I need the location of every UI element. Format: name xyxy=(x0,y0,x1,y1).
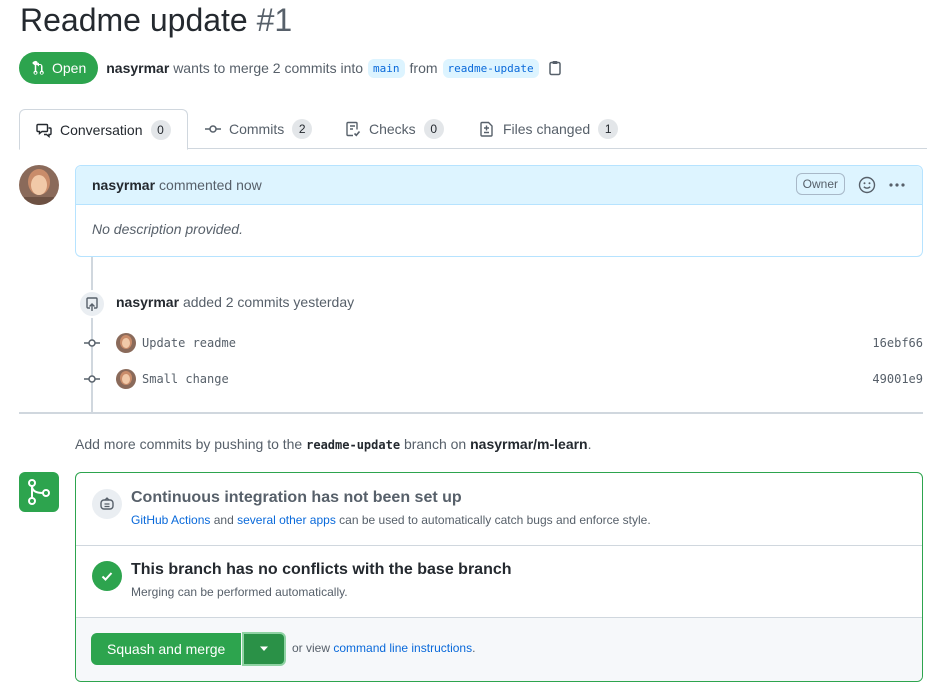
avatar[interactable] xyxy=(116,333,136,353)
tab-label: Commits xyxy=(229,121,285,137)
comment-author[interactable]: nasyrmar xyxy=(92,177,155,193)
file-diff-icon xyxy=(480,121,493,137)
ci-section: Continuous integration has not been set … xyxy=(76,473,922,546)
commit-row: Small change 49001e9 xyxy=(82,367,923,391)
commit-message[interactable]: Update readme xyxy=(142,336,236,350)
tab-counter: 0 xyxy=(423,119,444,139)
ci-title: Continuous integration has not been set … xyxy=(131,489,462,506)
tab-label: Files changed xyxy=(503,121,591,137)
cli-suffix: . xyxy=(472,641,476,655)
event-author[interactable]: nasyrmar xyxy=(116,294,179,310)
comment-discussion-icon xyxy=(36,123,52,138)
merge-method-dropdown[interactable] xyxy=(242,632,286,666)
merge-text: wants to merge 2 commits into xyxy=(173,60,364,76)
push-hint-branch: readme-update xyxy=(306,438,401,452)
commit-row: Update readme 16ebf66 xyxy=(82,331,923,355)
timeline-divider xyxy=(19,412,923,414)
tab-conversation[interactable]: Conversation 0 xyxy=(19,109,188,150)
commit-sha[interactable]: 16ebf66 xyxy=(872,336,923,350)
cli-hint: or view command line instructions. xyxy=(292,641,475,655)
pr-title-text: Readme update xyxy=(20,2,248,38)
robot-icon xyxy=(92,489,122,519)
event-action: added 2 commits yesterday xyxy=(182,294,355,310)
git-commit-icon xyxy=(82,335,102,351)
or-view-text: or view xyxy=(292,641,331,655)
pr-tabs: Conversation 0 Commits 2 Checks 0 Files … xyxy=(19,109,927,150)
head-branch[interactable]: readme-update xyxy=(442,58,539,78)
push-hint: Add more commits by pushing to the readm… xyxy=(75,436,592,452)
cli-instructions-link[interactable]: command line instructions xyxy=(333,641,472,655)
git-pull-request-icon xyxy=(32,60,44,75)
base-branch[interactable]: main xyxy=(368,58,405,78)
tab-files-changed[interactable]: Files changed 1 xyxy=(479,109,619,149)
github-actions-link[interactable]: GitHub Actions xyxy=(131,513,210,527)
merge-action-section: Squash and merge or view command line in… xyxy=(76,618,922,681)
conflicts-title: This branch has no conflicts with the ba… xyxy=(131,561,512,578)
push-hint-middle: branch on xyxy=(403,436,467,452)
status-label: Open xyxy=(52,60,87,76)
push-hint-prefix: Add more commits by pushing to the xyxy=(75,436,303,452)
from-text: from xyxy=(409,60,438,76)
comment-action[interactable]: commented now xyxy=(159,177,262,193)
smiley-icon[interactable] xyxy=(858,176,876,197)
check-icon xyxy=(92,561,122,591)
copy-icon[interactable] xyxy=(548,60,562,76)
avatar[interactable] xyxy=(19,165,59,205)
tab-counter: 2 xyxy=(292,119,313,139)
tab-label: Conversation xyxy=(60,121,143,138)
squash-merge-button[interactable]: Squash and merge xyxy=(91,633,242,665)
conflicts-section: This branch has no conflicts with the ba… xyxy=(76,546,922,618)
tab-counter: 0 xyxy=(150,119,171,140)
tab-label: Checks xyxy=(369,121,416,137)
kebab-menu-icon[interactable] xyxy=(888,176,906,197)
ci-rest: can be used to automatically catch bugs … xyxy=(339,513,651,527)
checklist-icon xyxy=(346,121,361,137)
repo-push-icon xyxy=(78,290,106,318)
git-merge-icon xyxy=(19,472,59,512)
author-link[interactable]: nasyrmar xyxy=(106,60,169,76)
merge-box: Continuous integration has not been set … xyxy=(75,472,923,682)
timeline-event: nasyrmar added 2 commits yesterday xyxy=(116,294,354,310)
tab-commits[interactable]: Commits 2 xyxy=(205,109,313,149)
avatar[interactable] xyxy=(116,369,136,389)
tab-checks[interactable]: Checks 0 xyxy=(345,109,444,149)
commit-message[interactable]: Small change xyxy=(142,372,229,386)
status-badge: Open xyxy=(19,52,99,84)
merge-summary: nasyrmar wants to merge 2 commits into m… xyxy=(106,58,562,78)
other-apps-link[interactable]: several other apps xyxy=(237,513,336,527)
comment-box: nasyrmar commented now Owner No descript… xyxy=(75,165,923,257)
repo-link[interactable]: nasyrmar/m-learn xyxy=(470,436,588,452)
comment-body: No description provided. xyxy=(92,221,243,237)
tab-counter: 1 xyxy=(598,119,619,139)
pr-number: #1 xyxy=(256,2,293,38)
git-commit-icon xyxy=(205,125,221,133)
conflicts-subtitle: Merging can be performed automatically. xyxy=(131,585,348,599)
comment-header: nasyrmar commented now Owner xyxy=(76,166,922,205)
triangle-down-icon xyxy=(260,646,268,651)
git-commit-icon xyxy=(82,371,102,387)
owner-badge: Owner xyxy=(795,173,845,195)
ci-and: and xyxy=(213,513,234,527)
page-title: Readme update #1 xyxy=(20,2,292,39)
pr-meta: Open nasyrmar wants to merge 2 commits i… xyxy=(19,52,562,84)
push-hint-suffix: . xyxy=(587,436,592,452)
commit-sha[interactable]: 49001e9 xyxy=(872,372,923,386)
ci-description: GitHub Actions and several other apps ca… xyxy=(131,513,651,527)
